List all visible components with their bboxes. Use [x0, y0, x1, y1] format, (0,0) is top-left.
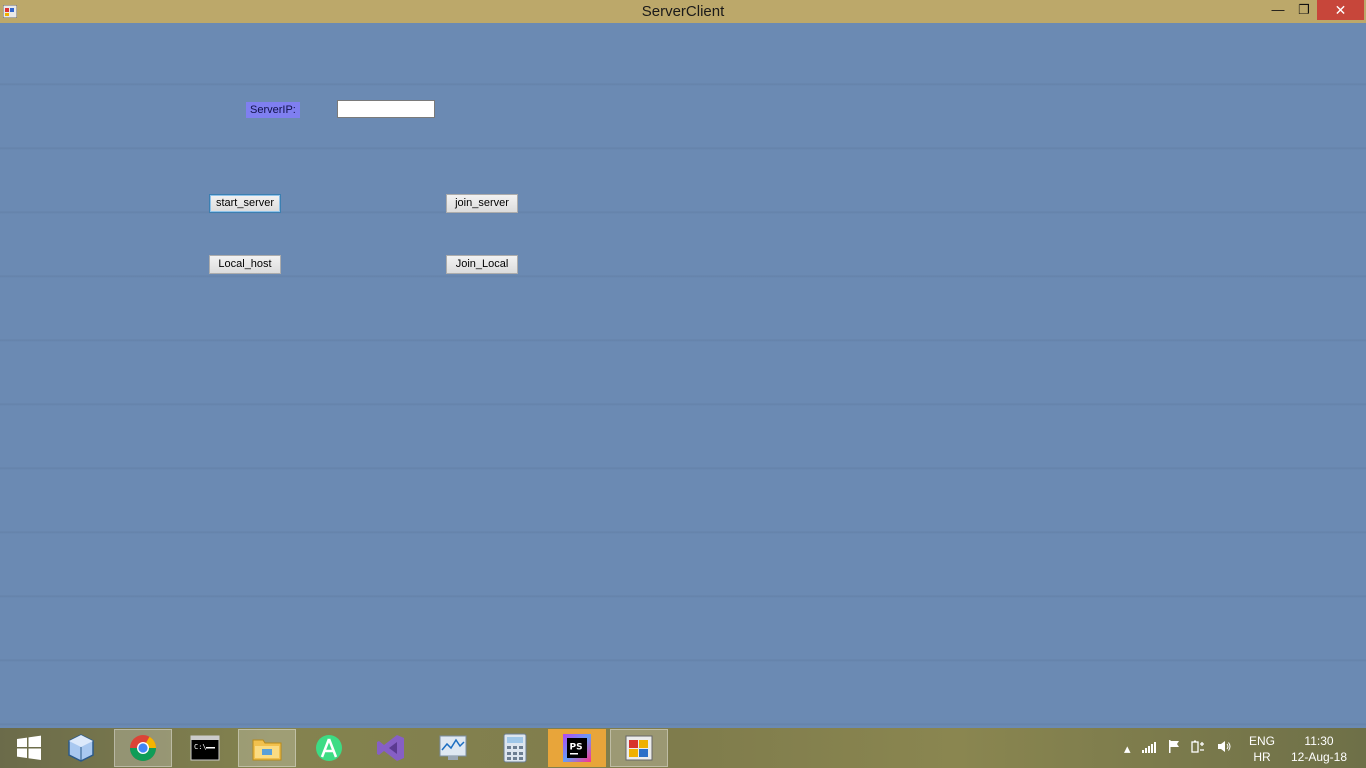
- network-signal-icon[interactable]: [1142, 741, 1157, 756]
- input-language-indicator[interactable]: ENG HR: [1246, 733, 1278, 765]
- battery-icon[interactable]: [1191, 740, 1205, 756]
- screen: ServerClient — ❐ ✕ ServerIP: start_serve…: [0, 0, 1366, 768]
- command-prompt-icon[interactable]: C:\: [176, 729, 234, 767]
- window-titlebar[interactable]: ServerClient — ❐ ✕: [0, 0, 1366, 23]
- clock-date: 12-Aug-18: [1290, 750, 1348, 764]
- system-clock[interactable]: 11:30 12-Aug-18: [1286, 733, 1352, 765]
- language-code: ENG: [1248, 734, 1275, 748]
- file-explorer-icon[interactable]: [238, 729, 296, 767]
- action-center-flag-icon[interactable]: [1168, 740, 1180, 756]
- join-local-button[interactable]: Join_Local: [446, 255, 518, 274]
- keyboard-layout-code: HR: [1253, 750, 1271, 764]
- winforms-app-icon[interactable]: [610, 729, 668, 767]
- volume-icon[interactable]: [1217, 740, 1231, 756]
- form-client-area: ServerIP: start_server join_server Local…: [0, 23, 1366, 728]
- windows-start-icon[interactable]: [0, 729, 58, 767]
- server-ip-label: ServerIP:: [246, 102, 300, 118]
- restore-button[interactable]: ❐: [1291, 0, 1317, 20]
- virtualbox-icon[interactable]: [52, 729, 110, 767]
- phpstorm-label: PS: [570, 743, 583, 753]
- phpstorm-icon[interactable]: PS: [548, 729, 606, 767]
- start-server-button[interactable]: start_server: [209, 194, 281, 213]
- calculator-icon[interactable]: [486, 729, 544, 767]
- system-tray: ▴: [1124, 740, 1239, 757]
- chrome-icon[interactable]: [114, 729, 172, 767]
- close-button[interactable]: ✕: [1317, 0, 1364, 20]
- join-server-button[interactable]: join_server: [446, 194, 518, 213]
- local-host-button[interactable]: Local_host: [209, 255, 281, 274]
- svg-text:C:\: C:\: [194, 743, 207, 751]
- performance-monitor-icon[interactable]: [424, 729, 482, 767]
- show-hidden-icons-icon[interactable]: ▴: [1124, 741, 1131, 757]
- android-studio-icon[interactable]: [300, 729, 358, 767]
- window-title: ServerClient: [641, 3, 725, 20]
- minimize-button[interactable]: —: [1265, 0, 1291, 20]
- server-ip-input[interactable]: [337, 100, 435, 118]
- visual-studio-icon[interactable]: [362, 729, 420, 767]
- clock-time: 11:30: [1304, 734, 1334, 748]
